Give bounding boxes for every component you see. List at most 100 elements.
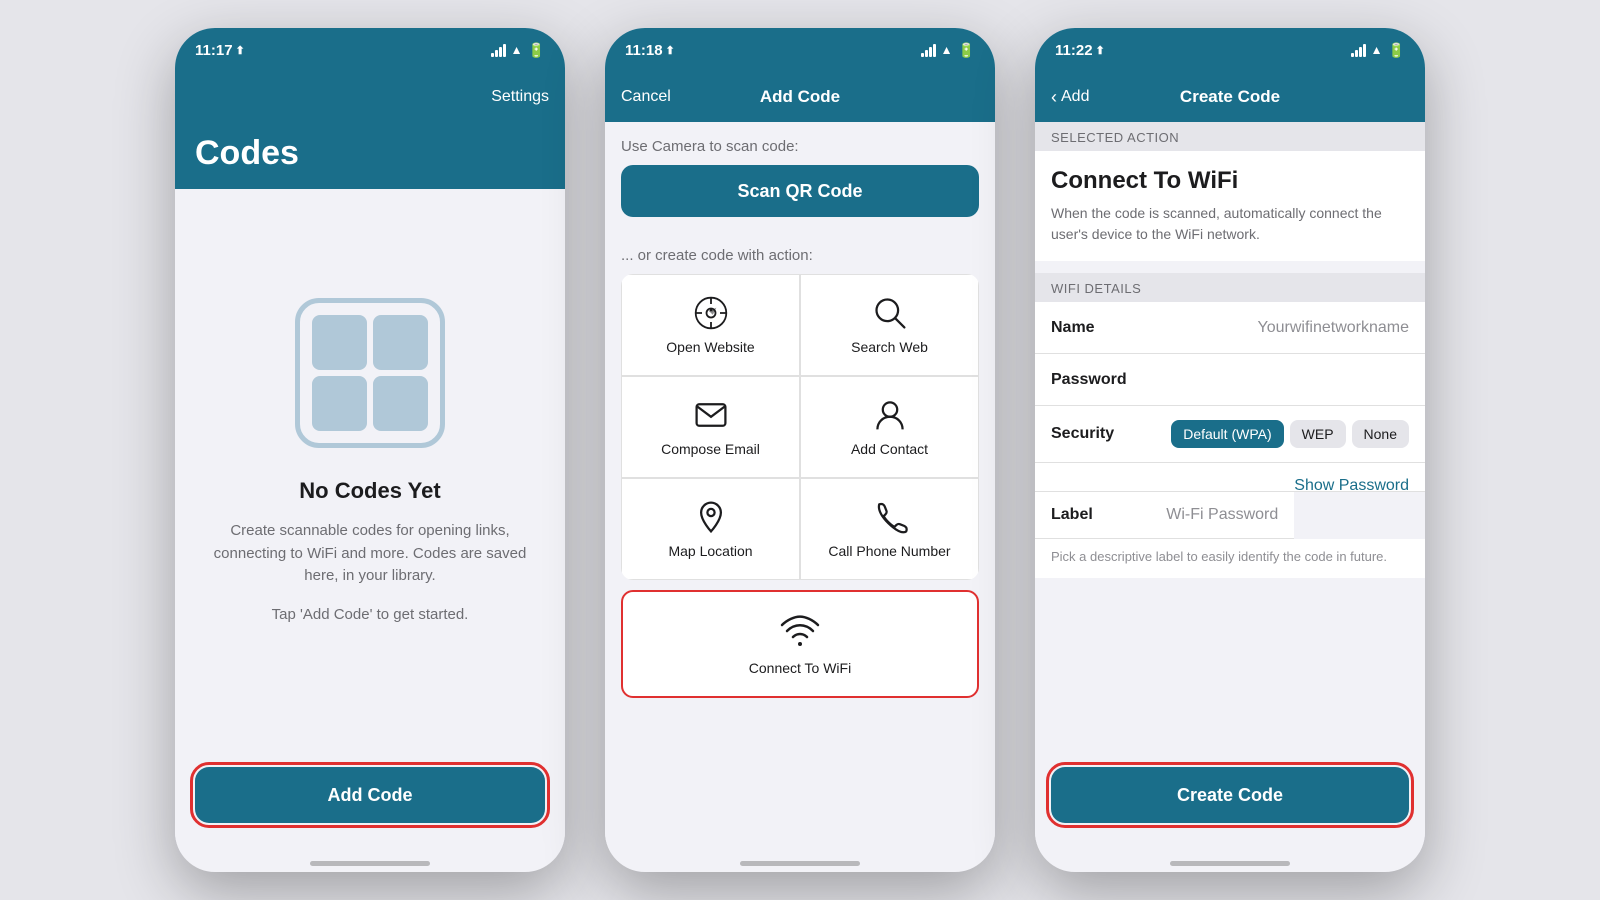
home-indicator	[740, 861, 860, 866]
wifi-status-icon: ▲	[941, 43, 953, 57]
signal-bar-2	[1355, 50, 1358, 57]
action-call-phone[interactable]: Call Phone Number	[800, 478, 979, 580]
battery-icon: 🔋	[528, 42, 545, 59]
qr-placeholder	[295, 298, 445, 448]
phone2-content: Use Camera to scan code: Scan QR Code ..…	[605, 122, 995, 853]
location-icon: ⬆	[666, 44, 675, 57]
location-icon: ⬆	[1096, 44, 1105, 57]
connect-wifi-action[interactable]: Connect To WiFi	[621, 590, 979, 698]
name-label: Name	[1051, 319, 1161, 337]
security-row: Security Default (WPA) WEP None	[1035, 406, 1425, 463]
phone2: 11:18 ⬆ ▲ 🔋 Cancel Add Code Use Camera t…	[605, 28, 995, 872]
battery-icon: 🔋	[958, 42, 975, 59]
security-wpa-button[interactable]: Default (WPA)	[1171, 420, 1283, 448]
phone1-time: 11:17 ⬆	[195, 42, 245, 59]
scan-qr-button[interactable]: Scan QR Code	[621, 165, 979, 217]
actions-row-3: Map Location Call Phone Number	[621, 478, 979, 580]
wifi-status-icon: ▲	[1371, 43, 1383, 57]
scan-label: Use Camera to scan code:	[621, 138, 979, 155]
selected-action-title: Connect To WiFi	[1051, 167, 1409, 195]
security-wep-button[interactable]: WEP	[1290, 420, 1346, 448]
phone3-content: Selected Action Connect To WiFi When the…	[1035, 122, 1425, 751]
name-value: Yourwifinetworkname	[1161, 319, 1409, 337]
password-row[interactable]: Password	[1035, 354, 1425, 406]
phone2-status-icons: ▲ 🔋	[921, 42, 975, 59]
show-password-row: Show Password	[1035, 463, 1425, 492]
search-web-label: Search Web	[851, 339, 928, 355]
signal-bar-1	[1351, 53, 1354, 57]
nav-title: Create Code	[1180, 87, 1280, 107]
home-indicator	[1170, 861, 1290, 866]
action-map-location[interactable]: Map Location	[621, 478, 800, 580]
scan-section: Use Camera to scan code: Scan QR Code	[605, 122, 995, 233]
time-text: 11:18	[625, 42, 663, 59]
phone1-header: Codes	[175, 122, 565, 189]
qr-cell-1	[312, 315, 367, 370]
contact-icon	[872, 397, 908, 433]
signal-bar-1	[491, 53, 494, 57]
actions-row-2: Compose Email Add Contact	[621, 376, 979, 478]
phone1-status-bar: 11:17 ⬆ ▲ 🔋	[175, 28, 565, 72]
signal-bar-3	[1359, 47, 1362, 57]
security-none-button[interactable]: None	[1352, 420, 1409, 448]
connect-wifi-label: Connect To WiFi	[749, 660, 851, 676]
phone3-status-bar: 11:22 ⬆ ▲ 🔋	[1035, 28, 1425, 72]
battery-icon: 🔋	[1388, 42, 1405, 59]
location-icon: ⬆	[236, 44, 245, 57]
signal-bars	[921, 44, 936, 57]
wifi-details-section: WiFi Details Name Yourwifinetworkname Pa…	[1035, 273, 1425, 578]
selected-action-card: Connect To WiFi When the code is scanned…	[1035, 151, 1425, 261]
phone1-nav: Settings	[175, 72, 565, 122]
signal-bar-1	[921, 53, 924, 57]
phone1-content: No Codes Yet Create scannable codes for …	[175, 189, 565, 751]
signal-bar-4	[503, 44, 506, 57]
phone2-nav: Cancel Add Code	[605, 72, 995, 122]
phone3-status-icons: ▲ 🔋	[1351, 42, 1405, 59]
add-nav-button[interactable]: ‹ Add	[1051, 87, 1089, 108]
signal-bar-3	[499, 47, 502, 57]
no-codes-description: Create scannable codes for opening links…	[195, 520, 545, 588]
phone2-time: 11:18 ⬆	[625, 42, 675, 59]
create-label: ... or create code with action:	[605, 233, 995, 274]
wifi-status-icon: ▲	[511, 43, 523, 57]
cancel-nav-button[interactable]: Cancel	[621, 88, 671, 106]
security-options: Default (WPA) WEP None	[1161, 420, 1409, 448]
compass-icon	[693, 295, 729, 331]
action-open-website[interactable]: Open Website	[621, 274, 800, 376]
add-contact-label: Add Contact	[851, 441, 928, 457]
label-hint: Pick a descriptive label to easily ident…	[1035, 539, 1425, 578]
no-codes-title: No Codes Yet	[299, 478, 440, 504]
phones-container: 11:17 ⬆ ▲ 🔋 Settings Codes	[0, 0, 1600, 900]
email-icon	[693, 397, 729, 433]
action-add-contact[interactable]: Add Contact	[800, 376, 979, 478]
qr-cell-3	[312, 376, 367, 431]
settings-nav-button[interactable]: Settings	[491, 88, 549, 106]
signal-bar-2	[495, 50, 498, 57]
add-nav-label: Add	[1061, 88, 1089, 106]
add-code-button[interactable]: Add Code	[195, 767, 545, 823]
security-label: Security	[1051, 425, 1161, 443]
open-website-label: Open Website	[666, 339, 754, 355]
action-compose-email[interactable]: Compose Email	[621, 376, 800, 478]
phone2-status-bar: 11:18 ⬆ ▲ 🔋	[605, 28, 995, 72]
label-value: Wi-Fi Password	[1161, 506, 1278, 524]
phone3-time: 11:22 ⬆	[1055, 42, 1105, 59]
selected-action-desc: When the code is scanned, automatically …	[1051, 203, 1409, 245]
show-password-button[interactable]: Show Password	[1294, 477, 1409, 495]
phone1-status-icons: ▲ 🔋	[491, 42, 545, 59]
signal-bars	[1351, 44, 1366, 57]
home-indicator	[310, 861, 430, 866]
actions-row-1: Open Website Search Web	[621, 274, 979, 376]
qr-cell-2	[373, 315, 428, 370]
phone3: 11:22 ⬆ ▲ 🔋 ‹ Add Create Code	[1035, 28, 1425, 872]
action-search-web[interactable]: Search Web	[800, 274, 979, 376]
signal-bar-3	[929, 47, 932, 57]
actions-grid: Open Website Search Web	[621, 274, 979, 580]
label-label: Label	[1051, 506, 1161, 524]
phone3-bottom: Create Code	[1035, 751, 1425, 853]
signal-bar-2	[925, 50, 928, 57]
time-text: 11:17	[195, 42, 233, 59]
create-code-button[interactable]: Create Code	[1051, 767, 1409, 823]
phone1: 11:17 ⬆ ▲ 🔋 Settings Codes	[175, 28, 565, 872]
page-title: Codes	[195, 134, 545, 173]
